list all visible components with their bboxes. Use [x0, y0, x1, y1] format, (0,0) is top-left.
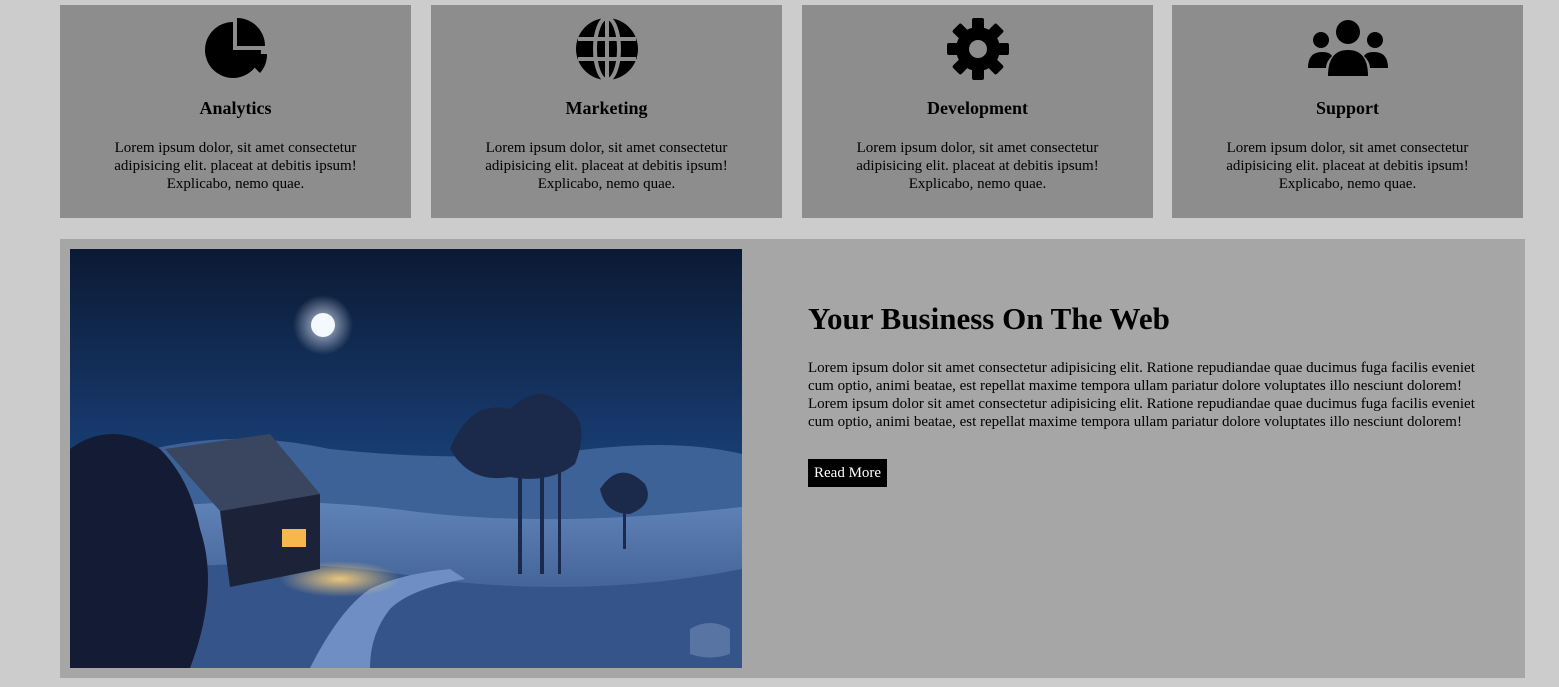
service-card-development: Development Lorem ipsum dolor, sit amet …	[802, 5, 1153, 218]
feature-body: Lorem ipsum dolor sit amet consectetur a…	[808, 360, 1475, 430]
services-section: Analytics Lorem ipsum dolor, sit amet co…	[60, 5, 1523, 218]
read-more-button[interactable]: Read More	[808, 459, 888, 487]
service-title: Analytics	[199, 98, 272, 118]
service-title: Marketing	[565, 98, 648, 118]
service-card-analytics: Analytics Lorem ipsum dolor, sit amet co…	[60, 5, 411, 218]
gear-icon	[802, 16, 1153, 82]
service-description: Lorem ipsum dolor, sit amet consectetur …	[1226, 140, 1469, 192]
night-landscape-cabin-image	[70, 249, 742, 668]
pie-chart-icon	[60, 16, 411, 82]
service-description: Lorem ipsum dolor, sit amet consectetur …	[114, 140, 357, 192]
feature-heading: Your Business On The Web	[808, 301, 1170, 336]
service-title: Support	[1315, 98, 1380, 118]
globe-icon	[431, 16, 782, 82]
users-icon	[1172, 16, 1523, 82]
service-title: Development	[927, 98, 1028, 118]
service-description: Lorem ipsum dolor, sit amet consectetur …	[856, 140, 1099, 192]
feature-section: Your Business On The Web Lorem ipsum dol…	[60, 239, 1525, 678]
service-card-support: Support Lorem ipsum dolor, sit amet cons…	[1172, 5, 1523, 218]
service-description: Lorem ipsum dolor, sit amet consectetur …	[485, 140, 728, 192]
service-card-marketing: Marketing Lorem ipsum dolor, sit amet co…	[431, 5, 782, 218]
